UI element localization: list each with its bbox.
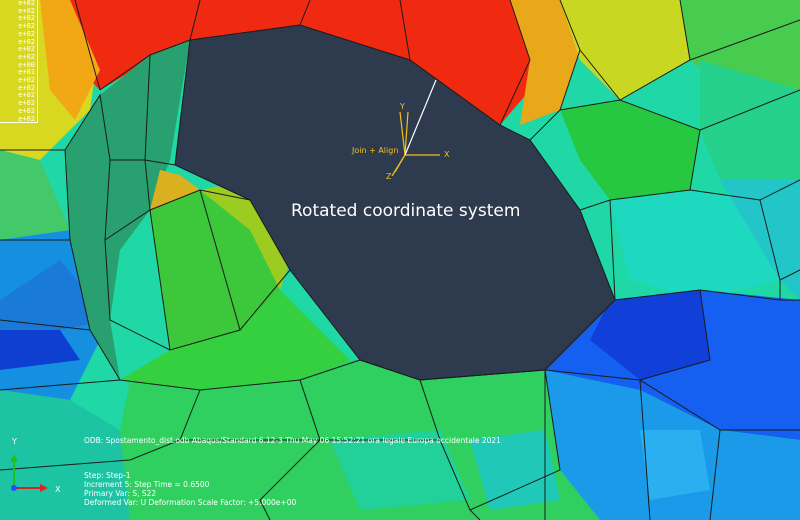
contour-region — [640, 430, 710, 500]
step-info-block: Step: Step-1 Increment 5: Step Time = 0.… — [84, 471, 296, 507]
legend-entry: e+02 — [18, 114, 35, 123]
primary-var-line: Primary Var: S, S22 — [84, 489, 157, 498]
increment-line: Increment 5: Step Time = 0.6500 — [84, 480, 210, 489]
view-caption: Rotated coordinate system — [291, 201, 521, 221]
deformed-var-line: Deformed Var: U Deformation Scale Factor… — [84, 498, 297, 507]
odb-info-line: ODB: Spostamento_dist.odb Abaqus/Standar… — [84, 436, 501, 445]
triad-x-label: X — [55, 485, 61, 494]
csys-y-label: Y — [400, 102, 405, 111]
triad-y-label: Y — [12, 437, 17, 446]
step-line: Step: Step-1 — [84, 471, 131, 480]
csys-x-label: X — [444, 150, 450, 159]
csys-z-label: Z — [386, 172, 392, 181]
csys-name-label: Join + Align — [352, 146, 399, 155]
contour-legend: e+02 e+02 e+02 e+02 e+02 e+02 e+02 e+02 e+00 e+01… — [0, 0, 38, 123]
